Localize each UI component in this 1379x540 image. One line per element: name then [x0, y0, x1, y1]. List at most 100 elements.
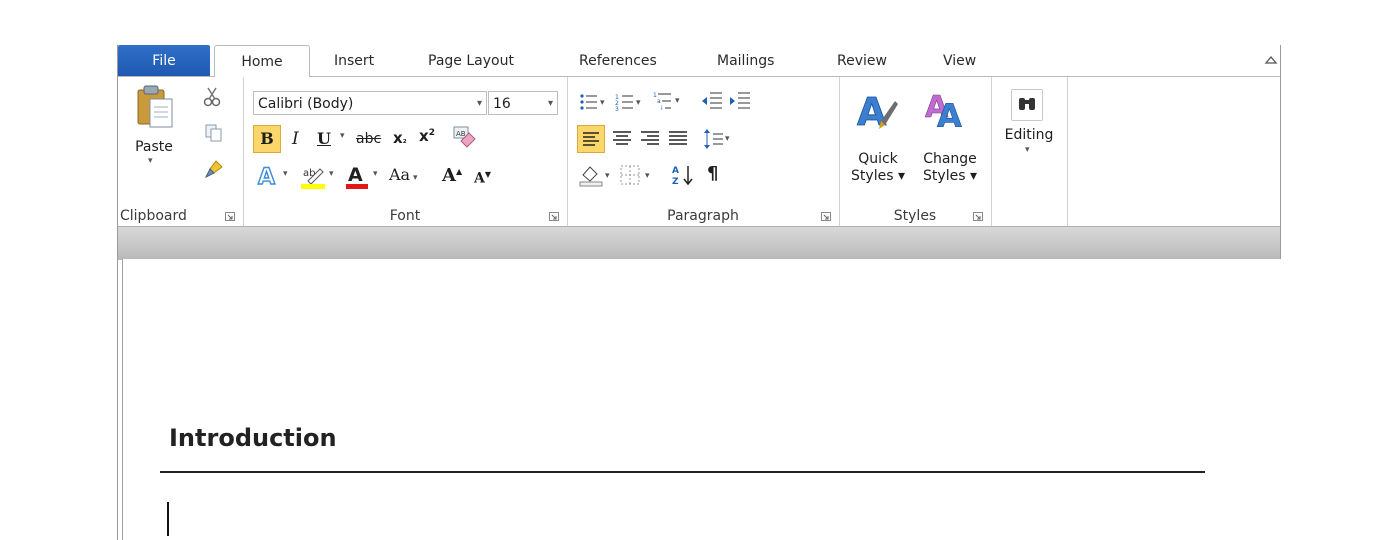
show-formatting-marks-icon[interactable]: ¶ [707, 163, 718, 184]
svg-text:3: 3 [615, 106, 619, 111]
line-spacing-icon[interactable]: ▾ [703, 127, 733, 151]
superscript-button[interactable]: x2 [419, 127, 435, 145]
shrink-font-icon[interactable]: A▼ [474, 169, 491, 187]
font-name-value: Calibri (Body) [258, 96, 354, 112]
justify-icon[interactable] [667, 127, 689, 151]
svg-text:A: A [857, 90, 887, 134]
text-cursor [167, 502, 169, 536]
quick-styles-label-2: Styles ▾ [851, 168, 905, 184]
styles-group-label: Styles [893, 208, 937, 224]
tab-file[interactable]: File [118, 45, 210, 77]
paragraph-dialog-launcher-icon[interactable] [821, 212, 831, 221]
cut-icon[interactable] [203, 87, 221, 107]
quick-styles-icon: A [855, 87, 899, 135]
bullets-icon[interactable]: ▾ [579, 93, 609, 111]
text-effects-dropdown-icon[interactable]: ▾ [283, 169, 288, 179]
change-case-button[interactable]: Aa ▾ [389, 165, 417, 184]
editing-group: Editing ▾ [991, 77, 1068, 226]
word-window: File Home Insert Page Layout References … [117, 45, 1281, 540]
align-left-button[interactable] [577, 125, 605, 153]
grow-font-icon[interactable]: A▲ [442, 165, 462, 186]
font-group-label: Font [389, 208, 421, 224]
tab-page-layout[interactable]: Page Layout [428, 45, 514, 77]
align-right-icon[interactable] [639, 127, 661, 151]
numbering-icon[interactable]: 1 2 3 ▾ [615, 93, 645, 111]
align-center-icon[interactable] [611, 127, 633, 151]
format-painter-icon[interactable] [204, 159, 224, 179]
underline-dropdown-icon[interactable]: ▾ [340, 131, 345, 141]
change-case-label: Aa [389, 165, 411, 184]
underline-button[interactable]: U [317, 129, 331, 148]
svg-text:A: A [258, 165, 275, 188]
svg-text:i: i [661, 105, 663, 111]
styles-group: A Quick Styles ▾ AA Change Styles ▾ Styl… [839, 77, 992, 226]
clipboard-dialog-launcher-icon[interactable] [225, 212, 235, 221]
font-size-value: 16 [493, 96, 511, 112]
tab-mailings[interactable]: Mailings [717, 45, 774, 77]
borders-icon[interactable]: ▾ [619, 163, 655, 187]
svg-text:A: A [348, 164, 363, 186]
tab-home[interactable]: Home [214, 45, 310, 77]
font-size-select[interactable]: 16 ▾ [488, 91, 558, 115]
editing-dropdown-icon: ▾ [1025, 145, 1030, 155]
italic-button[interactable]: I [292, 129, 299, 149]
paragraph-group: ▾ 1 2 3 ▾ 1 a i ▾ ▾ ▾ ▾ A Z ¶ Paragraph [567, 77, 840, 226]
decrease-indent-icon[interactable] [701, 91, 723, 111]
strikethrough-button[interactable]: abc [356, 131, 381, 147]
svg-text:▾: ▾ [605, 171, 610, 181]
svg-text:Z: Z [672, 177, 679, 187]
font-color-dropdown-icon[interactable]: ▾ [373, 169, 378, 179]
svg-text:a: a [657, 98, 661, 105]
tab-review[interactable]: Review [837, 45, 887, 77]
subscript-button[interactable]: x₂ [393, 129, 407, 147]
svg-text:▾: ▾ [675, 96, 680, 106]
ribbon: Paste ▾ Clipboard Calibri (Body) ▾ 16 ▾ … [118, 76, 1280, 226]
styles-dialog-launcher-icon[interactable] [973, 212, 983, 221]
copy-icon[interactable] [205, 124, 223, 142]
paste-label: Paste [135, 139, 173, 155]
change-styles-label-2: Styles ▾ [923, 168, 977, 184]
svg-text:▾: ▾ [725, 134, 730, 144]
change-styles-label-1: Change [923, 151, 977, 167]
svg-text:▾: ▾ [645, 171, 650, 181]
editing-button[interactable]: Editing ▾ [997, 87, 1061, 177]
tab-insert[interactable]: Insert [334, 45, 374, 77]
font-dialog-launcher-icon[interactable] [549, 212, 559, 221]
quick-styles-button[interactable]: A Quick Styles ▾ [843, 83, 913, 203]
font-name-dropdown-icon: ▾ [476, 98, 482, 109]
document-heading[interactable]: Introduction [169, 424, 337, 452]
ribbon-tab-bar: File Home Insert Page Layout References … [118, 45, 1280, 77]
minimize-ribbon-icon[interactable] [1264, 53, 1278, 67]
paste-button[interactable]: Paste ▾ [124, 83, 184, 173]
font-name-select[interactable]: Calibri (Body) ▾ [253, 91, 487, 115]
svg-text:A: A [672, 166, 679, 176]
svg-text:▾: ▾ [636, 98, 641, 108]
clipboard-group: Paste ▾ Clipboard [118, 77, 244, 226]
increase-indent-icon[interactable] [729, 91, 751, 111]
shading-icon[interactable]: ▾ [579, 163, 615, 187]
change-styles-button[interactable]: AA Change Styles ▾ [915, 83, 985, 203]
font-size-dropdown-icon: ▾ [547, 98, 553, 109]
document-page[interactable]: Introduction [122, 259, 1281, 540]
paste-dropdown-icon: ▾ [148, 156, 153, 166]
svg-text:▾: ▾ [600, 98, 605, 108]
sort-icon[interactable]: AZ [671, 163, 695, 187]
find-binoculars-icon [1011, 89, 1043, 121]
font-group: Calibri (Body) ▾ 16 ▾ B I U ▾ abc x₂ x2 … [243, 77, 568, 226]
heading-underline [160, 471, 1205, 473]
tab-view[interactable]: View [943, 45, 976, 77]
ruler-band [118, 226, 1280, 260]
multilevel-list-icon[interactable]: 1 a i ▾ [653, 91, 685, 111]
svg-text:A: A [937, 97, 962, 135]
text-effects-icon[interactable]: A [257, 164, 281, 188]
clear-formatting-icon[interactable]: AB [451, 125, 477, 151]
bold-button[interactable]: B [253, 125, 281, 153]
highlight-dropdown-icon[interactable]: ▾ [329, 169, 334, 179]
tab-references[interactable]: References [579, 45, 657, 77]
paragraph-group-label: Paragraph [667, 208, 739, 224]
font-color-icon[interactable]: A [345, 163, 369, 189]
highlight-icon[interactable]: ab [300, 163, 326, 189]
change-styles-icon: AA [923, 87, 975, 135]
editing-label: Editing [1004, 127, 1054, 143]
quick-styles-label-1: Quick [858, 151, 898, 167]
